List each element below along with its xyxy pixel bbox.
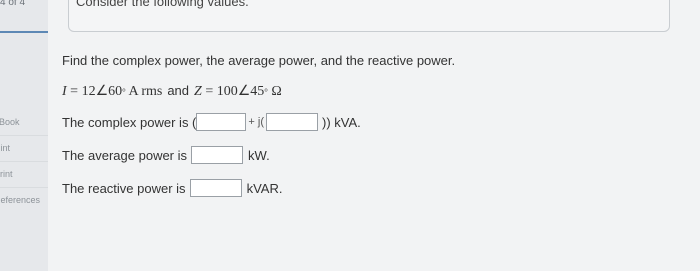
sidebar-item-references[interactable]: References <box>0 195 40 205</box>
reactive-power-label: The reactive power is <box>62 180 186 196</box>
complex-imag-input[interactable] <box>265 113 318 131</box>
progress-line <box>0 31 48 33</box>
reactive-power-input[interactable] <box>189 179 242 197</box>
divider <box>0 135 48 136</box>
average-power-unit: kW. <box>248 147 270 163</box>
reactive-power-row: The reactive power is kVAR. <box>62 179 662 197</box>
question-content: Find the complex power, the average powe… <box>62 53 662 197</box>
left-rail: 4 of 4 eBook Hint Print References <box>0 0 49 271</box>
and-text: and <box>167 83 190 98</box>
question-text: Find the complex power, the average powe… <box>62 53 456 68</box>
complex-power-unit: )) kVA. <box>321 114 361 130</box>
average-power-label: The average power is <box>62 147 188 163</box>
divider <box>0 187 48 188</box>
divider <box>0 161 48 162</box>
current-unit: A rms <box>125 84 163 99</box>
plus-j-label: + j( <box>248 116 264 128</box>
reactive-power-unit: kVAR. <box>246 180 283 196</box>
impedance-symbol: Z <box>194 84 202 99</box>
impedance-unit: Ω <box>267 84 282 99</box>
header-text: Consider the following values. <box>76 0 249 9</box>
average-power-input[interactable] <box>191 146 244 164</box>
progress-indicator: 4 of 4 <box>0 0 26 8</box>
given-values: I = 12∠60 ° A rms and Z = 100∠45 ° Ω <box>62 83 662 100</box>
complex-power-label: The complex power is ( <box>62 114 197 130</box>
equals-sign: = <box>66 84 82 99</box>
impedance-value: 100∠45 <box>216 84 265 99</box>
complex-real-input[interactable] <box>196 113 247 131</box>
sidebar-item-hint[interactable]: Hint <box>0 143 10 153</box>
sidebar-item-print[interactable]: Print <box>0 169 13 179</box>
sidebar-item-ebook[interactable]: eBook <box>0 117 20 127</box>
current-value: 12∠60 <box>81 84 123 99</box>
equals-sign: = <box>201 84 217 99</box>
average-power-row: The average power is kW. <box>62 146 662 164</box>
complex-power-row: The complex power is ( + j( )) kVA. <box>62 113 662 131</box>
